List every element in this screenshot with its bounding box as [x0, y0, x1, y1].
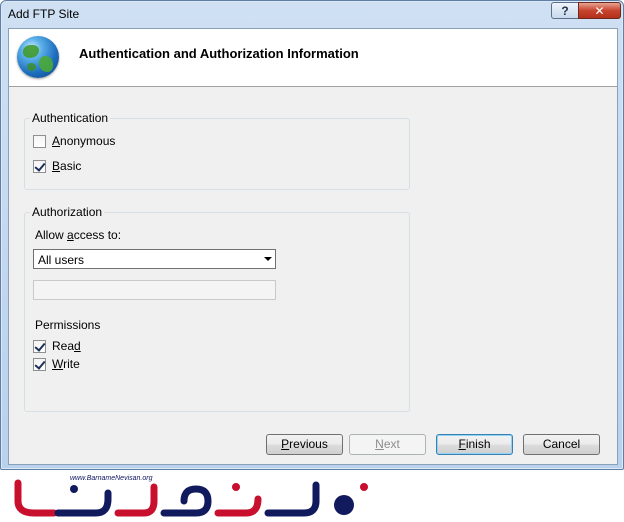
- permissions-label: Permissions: [35, 318, 101, 332]
- write-checkbox-row[interactable]: Write: [33, 356, 80, 372]
- write-label: Write: [52, 357, 80, 371]
- help-icon: ?: [561, 4, 569, 18]
- authentication-group: Authentication Anonymous Basic: [24, 111, 410, 190]
- watermark: www.BarnameNevisan.org: [0, 470, 624, 522]
- anonymous-label: Anonymous: [52, 134, 116, 148]
- read-checkbox[interactable]: [33, 339, 46, 353]
- watermark-url: www.BarnameNevisan.org: [70, 475, 153, 482]
- window-title: Add FTP Site: [8, 7, 80, 21]
- next-button[interactable]: Next: [349, 434, 426, 455]
- cancel-button[interactable]: Cancel: [523, 434, 600, 455]
- page-title: Authentication and Authorization Informa…: [79, 46, 359, 61]
- anonymous-checkbox[interactable]: [33, 134, 46, 148]
- title-bar[interactable]: Add FTP Site ? ✕: [1, 1, 623, 27]
- add-ftp-site-dialog: Add FTP Site ? ✕ Authentication and Auth…: [0, 0, 624, 470]
- allow-access-value: All users: [38, 253, 85, 267]
- help-button[interactable]: ?: [551, 2, 579, 19]
- read-label: Read: [52, 339, 81, 353]
- authorization-group: Authorization Allow access to: All users…: [24, 205, 410, 412]
- basic-checkbox[interactable]: [33, 159, 46, 173]
- read-checkbox-row[interactable]: Read: [33, 338, 81, 354]
- authentication-legend: Authentication: [30, 111, 111, 125]
- basic-label: Basic: [52, 159, 82, 173]
- previous-button[interactable]: Previous: [266, 434, 343, 455]
- users-input: [33, 280, 276, 300]
- allow-access-select[interactable]: All users: [33, 249, 276, 269]
- allow-access-label: Allow access to:: [35, 228, 122, 242]
- globe-icon: [17, 36, 59, 78]
- dialog-body: Authentication and Authorization Informa…: [8, 28, 618, 465]
- close-icon: ✕: [594, 4, 605, 18]
- anonymous-checkbox-row[interactable]: Anonymous: [33, 133, 115, 149]
- wizard-header: Authentication and Authorization Informa…: [9, 29, 617, 87]
- close-button[interactable]: ✕: [578, 2, 621, 19]
- site-logo: [14, 479, 368, 517]
- basic-checkbox-row[interactable]: Basic: [33, 158, 81, 174]
- chevron-down-icon: [264, 257, 272, 261]
- write-checkbox[interactable]: [33, 357, 46, 371]
- finish-button[interactable]: Finish: [436, 434, 513, 455]
- authorization-legend: Authorization: [30, 205, 105, 219]
